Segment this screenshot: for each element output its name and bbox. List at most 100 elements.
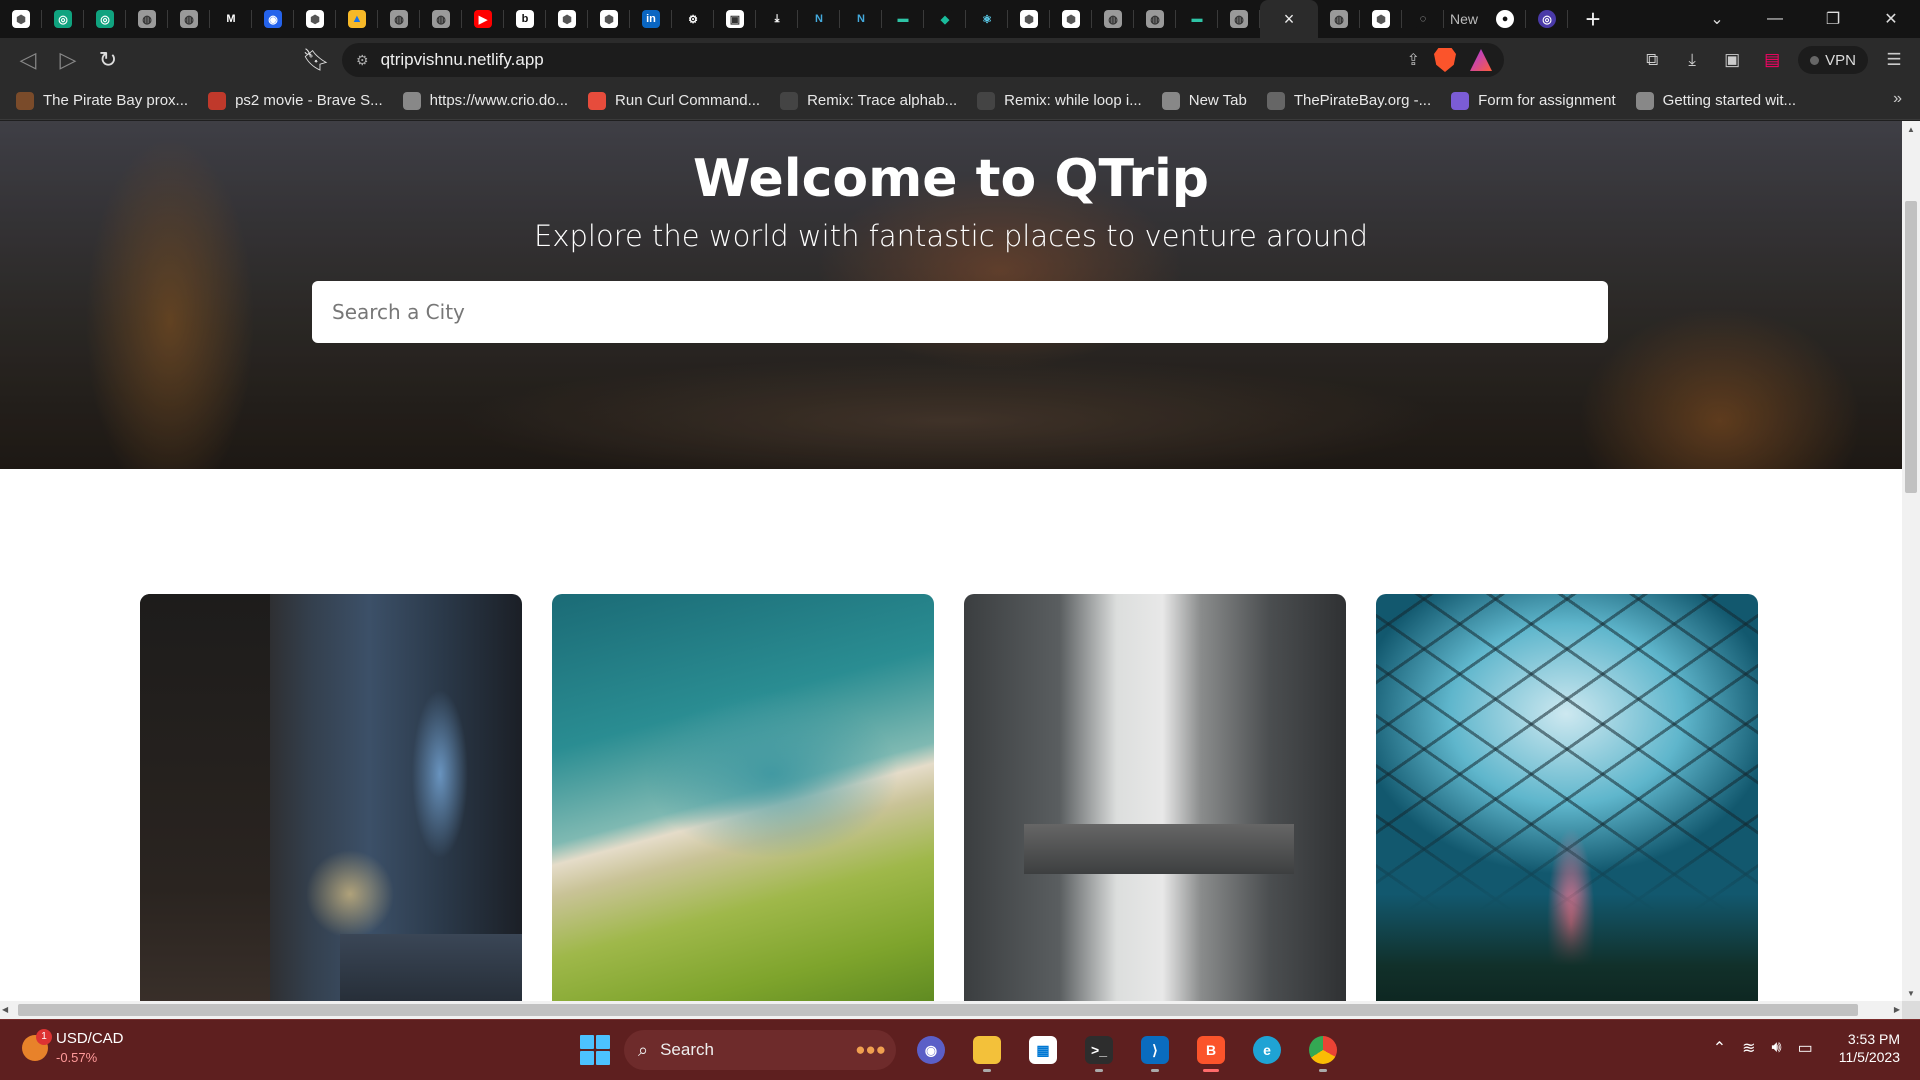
- forms-icon: [1451, 91, 1470, 110]
- tab[interactable]: ◍: [1134, 0, 1176, 38]
- minimize-button[interactable]: —: [1746, 0, 1804, 38]
- tab[interactable]: ▬: [1176, 0, 1218, 38]
- bookmark-item[interactable]: Form for assignment: [1451, 91, 1616, 110]
- scroll-down-icon[interactable]: ▼: [1902, 985, 1920, 1001]
- tab-github[interactable]: ●: [1484, 0, 1527, 38]
- city-search-input[interactable]: [312, 281, 1608, 343]
- edge-app[interactable]: e: [1246, 1028, 1288, 1072]
- bookmark-item[interactable]: Remix: while loop i...: [977, 91, 1142, 110]
- bookmark-item[interactable]: ThePirateBay.org -...: [1266, 91, 1431, 110]
- vertical-scrollbar[interactable]: ▲ ▼: [1902, 121, 1920, 1001]
- tab-search-chevron-icon[interactable]: ⌄: [1688, 0, 1746, 38]
- store-app[interactable]: ▦: [1022, 1028, 1064, 1072]
- vscode-app[interactable]: ⟩: [1134, 1028, 1176, 1072]
- tab[interactable]: ◉: [252, 0, 294, 38]
- active-tab[interactable]: ×: [1260, 0, 1318, 38]
- tab[interactable]: ◆: [924, 0, 966, 38]
- tab[interactable]: ▬: [882, 0, 924, 38]
- brave-rewards-icon[interactable]: 1: [1470, 49, 1492, 71]
- tab[interactable]: N: [798, 0, 840, 38]
- tab[interactable]: ◍: [420, 0, 462, 38]
- tab[interactable]: N: [840, 0, 882, 38]
- tab[interactable]: ◍: [126, 0, 168, 38]
- tab[interactable]: ⤓: [756, 0, 798, 38]
- tab-extension[interactable]: ◎: [1526, 0, 1569, 38]
- bookmark-item[interactable]: Run Curl Command...: [588, 91, 760, 110]
- sidebar-icon[interactable]: ▣: [1718, 46, 1746, 74]
- clock[interactable]: 3:53 PM 11/5/2023: [1839, 1030, 1900, 1066]
- chevron-up-icon[interactable]: ⌃: [1713, 1038, 1726, 1058]
- battery-icon[interactable]: ▭: [1798, 1038, 1813, 1058]
- tab[interactable]: ⬢: [1360, 0, 1402, 38]
- bookmark-item[interactable]: https://www.crio.do...: [402, 91, 568, 110]
- tab[interactable]: ◍: [378, 0, 420, 38]
- brave-shields-icon[interactable]: [1434, 48, 1456, 72]
- windows-start-icon[interactable]: [580, 1035, 610, 1065]
- back-button[interactable]: ◁: [8, 40, 48, 80]
- tab[interactable]: ⬢: [546, 0, 588, 38]
- bookmark-item[interactable]: ps2 movie - Brave S...: [208, 91, 383, 110]
- brave-app[interactable]: B: [1190, 1028, 1232, 1072]
- wallet-icon[interactable]: ▤: [1758, 46, 1786, 74]
- new-tab-button[interactable]: +: [1568, 0, 1618, 38]
- tab[interactable]: ◎: [42, 0, 84, 38]
- scroll-right-icon[interactable]: ▶: [1894, 1001, 1900, 1019]
- file-explorer-app[interactable]: [966, 1028, 1008, 1072]
- tab[interactable]: ◍: [1318, 0, 1360, 38]
- tab[interactable]: ▶: [462, 0, 504, 38]
- vertical-scroll-thumb[interactable]: [1905, 201, 1917, 493]
- chrome-app[interactable]: [1302, 1028, 1344, 1072]
- downloads-icon[interactable]: ⤓: [1678, 46, 1706, 74]
- tab[interactable]: ◍: [1218, 0, 1260, 38]
- bookmark-icon[interactable]: 🔖︎: [296, 40, 336, 80]
- taskbar-search[interactable]: ⌕ Search ●●●: [624, 1030, 896, 1070]
- city-card-1[interactable]: [140, 594, 522, 1001]
- tab-new-tab[interactable]: New: [1444, 0, 1484, 38]
- vpn-button[interactable]: VPN: [1798, 46, 1868, 74]
- tab[interactable]: ⚛: [966, 0, 1008, 38]
- forward-button[interactable]: ▷: [48, 40, 88, 80]
- tab[interactable]: ◌: [1402, 0, 1444, 38]
- tab[interactable]: ◎: [84, 0, 126, 38]
- tab[interactable]: in: [630, 0, 672, 38]
- menu-icon[interactable]: ☰: [1880, 46, 1908, 74]
- horizontal-scrollbar[interactable]: ◀ ▶: [0, 1001, 1902, 1019]
- close-window-button[interactable]: ✕: [1862, 0, 1920, 38]
- tab[interactable]: ⬢: [0, 0, 42, 38]
- tab[interactable]: ▣: [714, 0, 756, 38]
- city-card-2[interactable]: [552, 594, 934, 1001]
- bookmark-item[interactable]: Remix: Trace alphab...: [780, 91, 957, 110]
- stock-widget[interactable]: 1 USD/CAD -0.57%: [22, 1028, 124, 1065]
- bookmark-item[interactable]: New Tab: [1161, 91, 1247, 110]
- city-card-3[interactable]: [964, 594, 1346, 1001]
- tab[interactable]: ▲: [336, 0, 378, 38]
- tab[interactable]: ⬢: [588, 0, 630, 38]
- volume-icon[interactable]: 🔊︎: [1772, 1039, 1782, 1057]
- tab[interactable]: b: [504, 0, 546, 38]
- extensions-icon[interactable]: ⧉: [1638, 46, 1666, 74]
- share-icon[interactable]: ⇪: [1407, 50, 1420, 70]
- tab[interactable]: ⚙: [672, 0, 714, 38]
- scroll-up-icon[interactable]: ▲: [1902, 121, 1920, 137]
- scroll-left-icon[interactable]: ◀: [2, 1001, 8, 1019]
- tab[interactable]: ⬢: [1008, 0, 1050, 38]
- wifi-icon[interactable]: ≋: [1742, 1038, 1755, 1058]
- address-bar[interactable]: ⚙ qtripvishnu.netlify.app ⇪ 1: [342, 43, 1504, 77]
- maximize-button[interactable]: ❐: [1804, 0, 1862, 38]
- tab[interactable]: ⬢: [294, 0, 336, 38]
- horizontal-scroll-thumb[interactable]: [18, 1004, 1858, 1016]
- tab[interactable]: ◍: [1092, 0, 1134, 38]
- bookmark-item[interactable]: Getting started wit...: [1635, 91, 1796, 110]
- tab[interactable]: M: [210, 0, 252, 38]
- terminal-app[interactable]: >_: [1078, 1028, 1120, 1072]
- city-card-4[interactable]: [1376, 594, 1758, 1001]
- site-settings-icon[interactable]: ⚙: [356, 52, 369, 69]
- reload-button[interactable]: ↻: [88, 40, 128, 80]
- bookmark-item[interactable]: The Pirate Bay prox...: [16, 91, 188, 110]
- taskbar: 1 USD/CAD -0.57% ⌕ Search ●●● ◉ ▦ >_ ⟩ B…: [0, 1019, 1920, 1080]
- tab[interactable]: ⬢: [1050, 0, 1092, 38]
- teams-app[interactable]: ◉: [910, 1028, 952, 1072]
- bookmarks-overflow-icon[interactable]: »: [1893, 90, 1902, 108]
- tab[interactable]: ◍: [168, 0, 210, 38]
- close-tab-icon[interactable]: ×: [1284, 9, 1295, 30]
